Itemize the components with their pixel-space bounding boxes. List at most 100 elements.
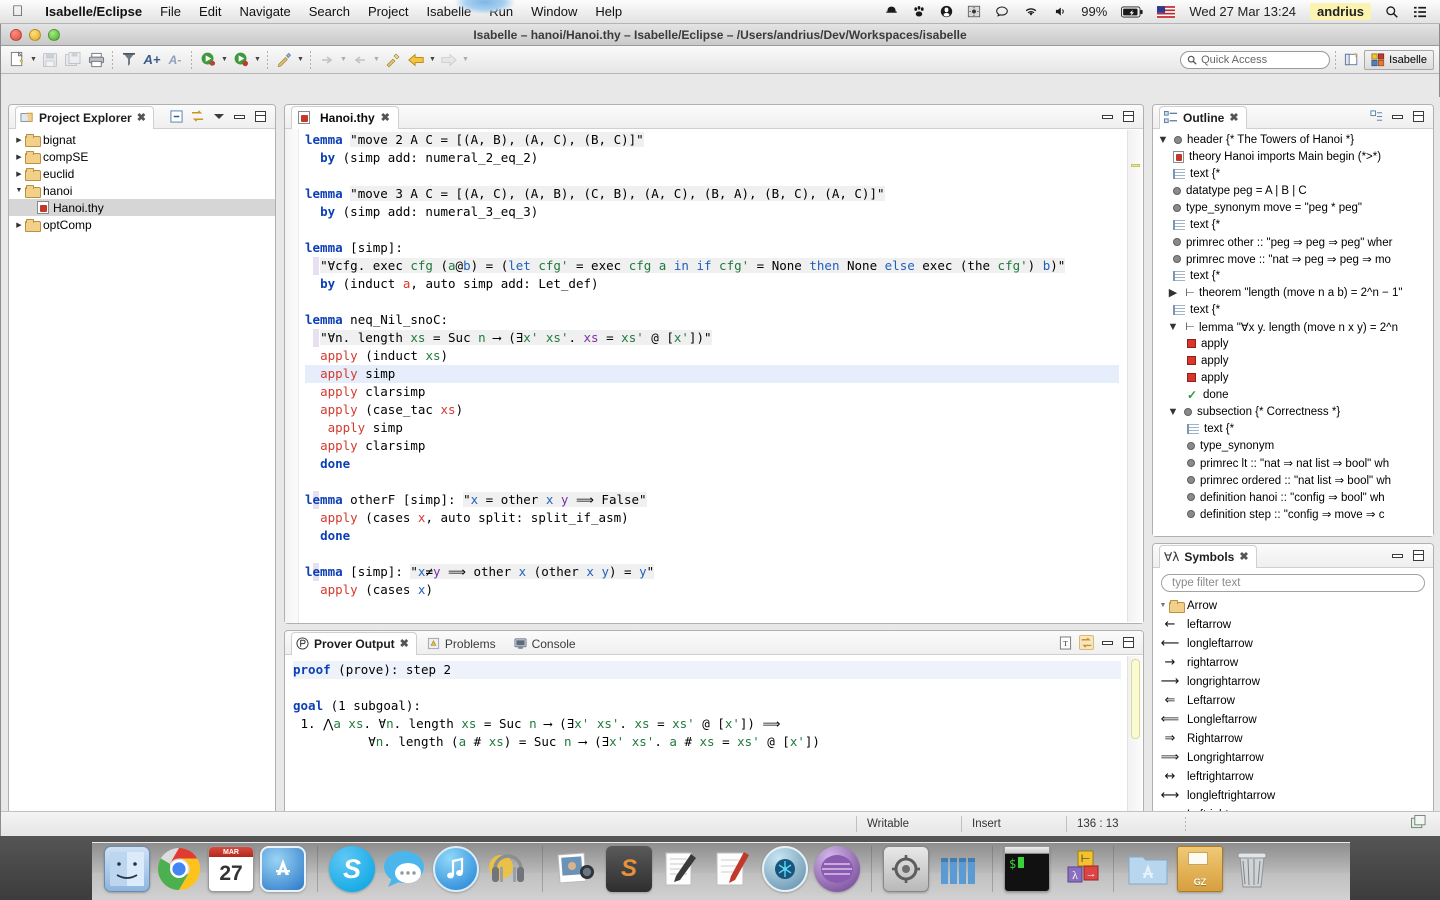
us-flag-icon[interactable] bbox=[1150, 5, 1182, 18]
tree-item-bignat[interactable]: ▶ bignat bbox=[9, 131, 275, 148]
menu-item-isabelle[interactable]: Isabelle bbox=[417, 4, 480, 19]
outline-item-text[interactable]: text {* bbox=[1153, 216, 1433, 233]
iphoto-icon[interactable] bbox=[554, 846, 600, 892]
project-explorer-tree[interactable]: ▶ bignat ▶ compSE ▶ euclid ▼ hanoi Hanoi… bbox=[9, 129, 275, 815]
outline-item-primrec-other[interactable]: primrec other :: "peg ⇒ peg ⇒ peg" wher bbox=[1153, 233, 1433, 250]
outline-item-subsection[interactable]: ▼ subsection {* Correctness *} bbox=[1153, 403, 1433, 420]
debug-icon[interactable] bbox=[197, 49, 219, 71]
volume-icon[interactable] bbox=[1046, 5, 1074, 18]
editor-gutter[interactable] bbox=[285, 129, 299, 623]
textedit-icon[interactable] bbox=[658, 846, 704, 892]
build-icon[interactable] bbox=[118, 49, 140, 71]
symbol-item-longleftrightarrow[interactable]: ⟷ longleftrightarrow bbox=[1153, 786, 1433, 805]
tab-prover-output[interactable]: Prover Output ✖ bbox=[291, 631, 417, 655]
code-line[interactable]: "∀cfg. exec cfg (a@b) = (let cfg' = exec… bbox=[305, 257, 1119, 275]
run-icon[interactable] bbox=[230, 49, 252, 71]
back-arrow-icon[interactable] bbox=[405, 49, 427, 71]
close-icon[interactable]: ✖ bbox=[137, 111, 146, 124]
code-line[interactable]: done bbox=[305, 527, 1119, 545]
open-perspective-icon[interactable] bbox=[1341, 49, 1363, 71]
prev-annotation-icon[interactable] bbox=[349, 49, 371, 71]
font-smaller-icon[interactable]: A- bbox=[164, 49, 186, 71]
quick-access-input[interactable]: Quick Access bbox=[1180, 50, 1331, 69]
run-dropdown-icon[interactable]: ▼ bbox=[253, 56, 262, 63]
minimize-icon[interactable] bbox=[232, 109, 247, 124]
itunes-icon[interactable] bbox=[433, 846, 479, 892]
code-line[interactable]: by (simp add: numeral_2_eq_2) bbox=[305, 149, 1119, 167]
code-line[interactable]: lemma "move 3 A C = [(A, C), (A, B), (C,… bbox=[305, 185, 1119, 203]
editor-layout-icon[interactable] bbox=[1411, 815, 1440, 832]
prev-annotation-dropdown-icon[interactable]: ▼ bbox=[372, 56, 381, 63]
code-line[interactable]: lemma [simp]: bbox=[305, 239, 1119, 257]
new-file-dropdown-icon[interactable]: ▼ bbox=[29, 56, 38, 63]
wifi-icon[interactable] bbox=[1016, 5, 1046, 18]
code-line[interactable]: apply (cases x) bbox=[305, 581, 1119, 599]
headphones-icon[interactable] bbox=[485, 846, 531, 892]
symbol-item-Longrightarrow[interactable]: ⟹ Longrightarrow bbox=[1153, 748, 1433, 767]
forward-dropdown-icon[interactable]: ▼ bbox=[461, 56, 470, 63]
collapse-all-icon[interactable] bbox=[169, 109, 184, 124]
isabelle-icon[interactable]: ⊢ → λ bbox=[1056, 846, 1102, 892]
eclipse-icon[interactable] bbox=[814, 846, 860, 892]
tree-item-euclid[interactable]: ▶ euclid bbox=[9, 165, 275, 182]
link-with-editor-icon[interactable] bbox=[190, 109, 205, 124]
menu-item-project[interactable]: Project bbox=[359, 4, 417, 19]
code-line[interactable] bbox=[305, 167, 1119, 185]
editor-vertical-scrollbar[interactable] bbox=[1127, 130, 1142, 622]
tree-item-compse[interactable]: ▶ compSE bbox=[9, 148, 275, 165]
save-all-icon[interactable] bbox=[62, 49, 84, 71]
menu-item-window[interactable]: Window bbox=[522, 4, 586, 19]
outline-item-type-synonym[interactable]: type_synonym move = "peg * peg" bbox=[1153, 199, 1433, 216]
outline-item-lemma[interactable]: ▼ ⊢ lemma "∀x y. length (move n x y) = 2^n bbox=[1153, 318, 1433, 335]
menu-item-navigate[interactable]: Navigate bbox=[230, 4, 299, 19]
twisty-expanded-icon[interactable]: ▼ bbox=[1157, 134, 1169, 146]
code-line[interactable]: by (simp add: numeral_3_eq_3) bbox=[305, 203, 1119, 221]
code-line[interactable]: apply simp bbox=[305, 419, 1119, 437]
outline-item-theory[interactable]: theory Hanoi imports Main begin (*>*) bbox=[1153, 148, 1433, 165]
brightness-icon[interactable] bbox=[960, 5, 988, 18]
outline-item-theorem[interactable]: ▶ ⊢ theorem "length (move n a b) = 2^n − 1… bbox=[1153, 284, 1433, 301]
outline-item-text[interactable]: text {* bbox=[1153, 301, 1433, 318]
status-resize-handle[interactable] bbox=[1185, 816, 1186, 831]
save-icon[interactable] bbox=[39, 49, 61, 71]
chrome-icon[interactable] bbox=[156, 846, 202, 892]
chat-icon[interactable] bbox=[988, 5, 1016, 18]
twisty-collapsed-icon[interactable]: ▶ bbox=[13, 153, 25, 161]
new-file-icon[interactable] bbox=[6, 49, 28, 71]
code-editor[interactable]: lemma "move 2 A C = [(A, B), (A, C), (B,… bbox=[285, 129, 1143, 623]
symbol-item-Longleftarrow[interactable]: ⟸ Longleftarrow bbox=[1153, 710, 1433, 729]
code-line[interactable]: lemma otherF [simp]: "x = other x y ⟹ Fa… bbox=[305, 491, 1119, 509]
tree-item-optcomp[interactable]: ▶ optComp bbox=[9, 216, 275, 233]
tree-item-hanoi[interactable]: ▼ hanoi bbox=[9, 182, 275, 199]
menu-item-search[interactable]: Search bbox=[300, 4, 359, 19]
tree-item-hanoi-thy[interactable]: Hanoi.thy bbox=[9, 199, 275, 216]
applications-folder-icon[interactable] bbox=[1125, 846, 1171, 892]
archive-gz-icon[interactable]: GZ bbox=[1177, 846, 1223, 892]
symbol-item-leftrightarrow[interactable]: ↔ leftrightarrow bbox=[1153, 767, 1433, 786]
tab-outline[interactable]: Outline ✖ bbox=[1159, 105, 1247, 129]
prover-output-body[interactable]: proof (prove): step 2 goal (1 subgoal): … bbox=[285, 655, 1143, 815]
scrollbar-annotation-mark[interactable] bbox=[1131, 164, 1140, 167]
notes-icon[interactable] bbox=[710, 846, 756, 892]
code-line[interactable]: apply clarsimp bbox=[305, 383, 1119, 401]
paw-icon[interactable] bbox=[905, 5, 933, 18]
skype-icon[interactable]: S bbox=[329, 846, 375, 892]
symbol-item-longleftarrow[interactable]: ⟵ longleftarrow bbox=[1153, 634, 1433, 653]
code-line[interactable]: apply clarsimp bbox=[305, 437, 1119, 455]
twisty-expanded-icon[interactable]: ▼ bbox=[1167, 321, 1179, 333]
terminal-icon[interactable]: $ bbox=[1004, 846, 1050, 892]
code-line[interactable] bbox=[305, 293, 1119, 311]
code-line[interactable]: apply (induct xs) bbox=[305, 347, 1119, 365]
minimize-icon[interactable] bbox=[1390, 548, 1405, 563]
symbols-filter-input[interactable]: type filter text bbox=[1161, 574, 1425, 592]
perspective-isabelle-button[interactable]: Isabelle bbox=[1364, 49, 1434, 70]
calendar-icon[interactable]: MAR 27 bbox=[208, 846, 254, 892]
print-icon[interactable] bbox=[85, 49, 107, 71]
code-line[interactable] bbox=[305, 473, 1119, 491]
debug-dropdown-icon[interactable]: ▼ bbox=[220, 56, 229, 63]
maximize-icon[interactable] bbox=[1121, 635, 1136, 650]
outline-item-apply[interactable]: apply bbox=[1153, 335, 1433, 352]
tab-problems[interactable]: Problems bbox=[422, 632, 504, 655]
battery-icon[interactable] bbox=[1114, 6, 1150, 18]
raw-output-icon[interactable]: T bbox=[1058, 635, 1073, 650]
